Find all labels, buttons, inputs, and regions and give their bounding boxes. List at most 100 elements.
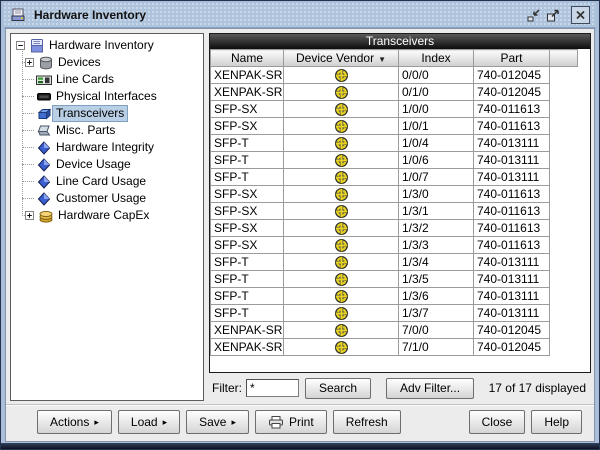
- cell-name: SFP-SX: [210, 117, 284, 135]
- usage-diamond-icon: [36, 157, 52, 173]
- cell-part: 740-012045: [473, 321, 550, 339]
- cell-part: 740-013111: [473, 168, 550, 186]
- cell-device-vendor: [283, 219, 399, 237]
- adv-filter-button[interactable]: Adv Filter...: [386, 377, 475, 399]
- title-bar[interactable]: Hardware Inventory: [4, 3, 596, 28]
- tree-item-label: Devices: [58, 55, 101, 69]
- maximize-icon: [546, 9, 559, 21]
- table-row[interactable]: SFP-T 1/0/4 740-013111: [210, 134, 578, 152]
- table-row[interactable]: SFP-SX 1/0/1 740-011613: [210, 117, 578, 135]
- table-row[interactable]: XENPAK-SR 0/1/0 740-012045: [210, 83, 578, 101]
- juniper-vendor-logo-icon: [334, 205, 348, 219]
- table-row[interactable]: SFP-T 1/3/4 740-013111: [210, 253, 578, 271]
- column-header-name[interactable]: Name: [210, 49, 284, 67]
- cell-filler: [550, 305, 578, 322]
- tree-item-customer-usage[interactable]: Customer Usage: [13, 190, 203, 207]
- juniper-vendor-logo-icon: [334, 103, 348, 117]
- table-row[interactable]: SFP-SX 1/0/0 740-011613: [210, 100, 578, 118]
- cell-name: XENPAK-SR: [210, 66, 284, 84]
- cell-name: SFP-T: [210, 134, 284, 152]
- cell-device-vendor: [283, 287, 399, 305]
- close-icon: [576, 10, 585, 20]
- table-row[interactable]: XENPAK-SR 0/0/0 740-012045: [210, 66, 578, 84]
- cell-name: SFP-T: [210, 287, 284, 305]
- cell-part: 740-012045: [473, 83, 550, 101]
- column-header-device-vendor[interactable]: Device Vendor ▼: [283, 49, 399, 67]
- cell-device-vendor: [283, 117, 399, 135]
- juniper-vendor-logo-icon: [334, 120, 348, 134]
- window-title: Hardware Inventory: [34, 8, 147, 22]
- tree-item-hardware-inventory[interactable]: Hardware Inventory: [13, 37, 203, 54]
- table-row[interactable]: SFP-SX 1/3/3 740-011613: [210, 236, 578, 254]
- cell-filler: [550, 67, 578, 84]
- display-count: 17 of 17 displayed: [488, 381, 586, 395]
- search-button[interactable]: Search: [305, 377, 372, 399]
- close-button[interactable]: [571, 6, 590, 24]
- cell-index: 1/3/4: [398, 253, 474, 271]
- tree-items: Hardware Inventory Devices Line Cards Physi…: [13, 37, 203, 224]
- tree-item-label: Misc. Parts: [56, 123, 116, 137]
- cell-filler: [550, 322, 578, 339]
- table-row[interactable]: SFP-T 1/3/6 740-013111: [210, 287, 578, 305]
- menu-arrow-icon: ▸: [231, 416, 237, 427]
- tree-item-label: Device Usage: [56, 157, 131, 171]
- tree-item-physical-interfaces[interactable]: Physical Interfaces: [13, 88, 203, 105]
- tree-item-label: Customer Usage: [56, 191, 147, 205]
- cell-filler: [550, 220, 578, 237]
- filter-label: Filter:: [212, 381, 242, 395]
- tree-item-misc-parts[interactable]: Misc. Parts: [13, 122, 203, 139]
- cell-part: 740-011613: [473, 236, 550, 254]
- refresh-button[interactable]: Refresh: [332, 410, 401, 434]
- tree-item-transceivers[interactable]: Transceivers: [13, 105, 203, 122]
- table-row[interactable]: SFP-T 1/0/6 740-013111: [210, 151, 578, 169]
- actions-button[interactable]: Actions ▸: [37, 410, 112, 434]
- tree-item-devices[interactable]: Devices: [13, 54, 203, 71]
- column-header-filler[interactable]: [549, 49, 578, 67]
- juniper-vendor-logo-icon: [334, 341, 348, 355]
- cell-device-vendor: [283, 236, 399, 254]
- window-controls: [524, 6, 590, 24]
- load-button[interactable]: Load ▸: [117, 410, 181, 434]
- plus-expander-icon[interactable]: [25, 58, 34, 67]
- column-header-part[interactable]: Part: [473, 49, 550, 67]
- table-row[interactable]: XENPAK-SR 7/1/0 740-012045: [210, 338, 578, 356]
- table-row[interactable]: SFP-T 1/3/5 740-013111: [210, 270, 578, 288]
- capex-icon: [38, 208, 54, 224]
- juniper-vendor-logo-icon: [334, 86, 348, 100]
- table-row[interactable]: SFP-SX 1/3/1 740-011613: [210, 202, 578, 220]
- cell-index: 1/3/6: [398, 287, 474, 305]
- filter-input[interactable]: [246, 379, 299, 397]
- cell-device-vendor: [283, 270, 399, 288]
- table-row[interactable]: SFP-T 1/3/7 740-013111: [210, 304, 578, 322]
- tree-item-line-card-usage[interactable]: Line Card Usage: [13, 173, 203, 190]
- cell-index: 1/3/0: [398, 185, 474, 203]
- tree-item-device-usage[interactable]: Device Usage: [13, 156, 203, 173]
- cell-part: 740-013111: [473, 304, 550, 322]
- cell-filler: [550, 339, 578, 356]
- maximize-button[interactable]: [543, 7, 562, 24]
- cell-filler: [550, 152, 578, 169]
- tree-item-line-cards[interactable]: Line Cards: [13, 71, 203, 88]
- column-header-index[interactable]: Index: [398, 49, 474, 67]
- minus-expander-icon[interactable]: [16, 41, 25, 50]
- cell-filler: [550, 101, 578, 118]
- tree-item-hardware-capex[interactable]: Hardware CapEx: [13, 207, 203, 224]
- table-row[interactable]: XENPAK-SR 7/0/0 740-012045: [210, 321, 578, 339]
- window-content: Hardware Inventory Devices Line Cards Physi…: [5, 28, 595, 442]
- close-window-button[interactable]: Close: [468, 410, 526, 434]
- print-button[interactable]: Print: [255, 410, 327, 434]
- table-row[interactable]: SFP-SX 1/3/2 740-011613: [210, 219, 578, 237]
- save-button[interactable]: Save ▸: [186, 410, 250, 434]
- cell-device-vendor: [283, 66, 399, 84]
- panel-title: Transceivers: [210, 34, 590, 49]
- table-row[interactable]: SFP-SX 1/3/0 740-011613: [210, 185, 578, 203]
- transceiver-icon: [36, 106, 52, 122]
- plus-expander-icon[interactable]: [25, 211, 34, 220]
- cell-filler: [550, 288, 578, 305]
- juniper-vendor-logo-icon: [334, 171, 348, 185]
- help-button[interactable]: Help: [531, 410, 582, 434]
- cell-index: 1/0/7: [398, 168, 474, 186]
- minimize-button[interactable]: [524, 7, 543, 24]
- table-row[interactable]: SFP-T 1/0/7 740-013111: [210, 168, 578, 186]
- tree-item-hardware-integrity[interactable]: Hardware Integrity: [13, 139, 203, 156]
